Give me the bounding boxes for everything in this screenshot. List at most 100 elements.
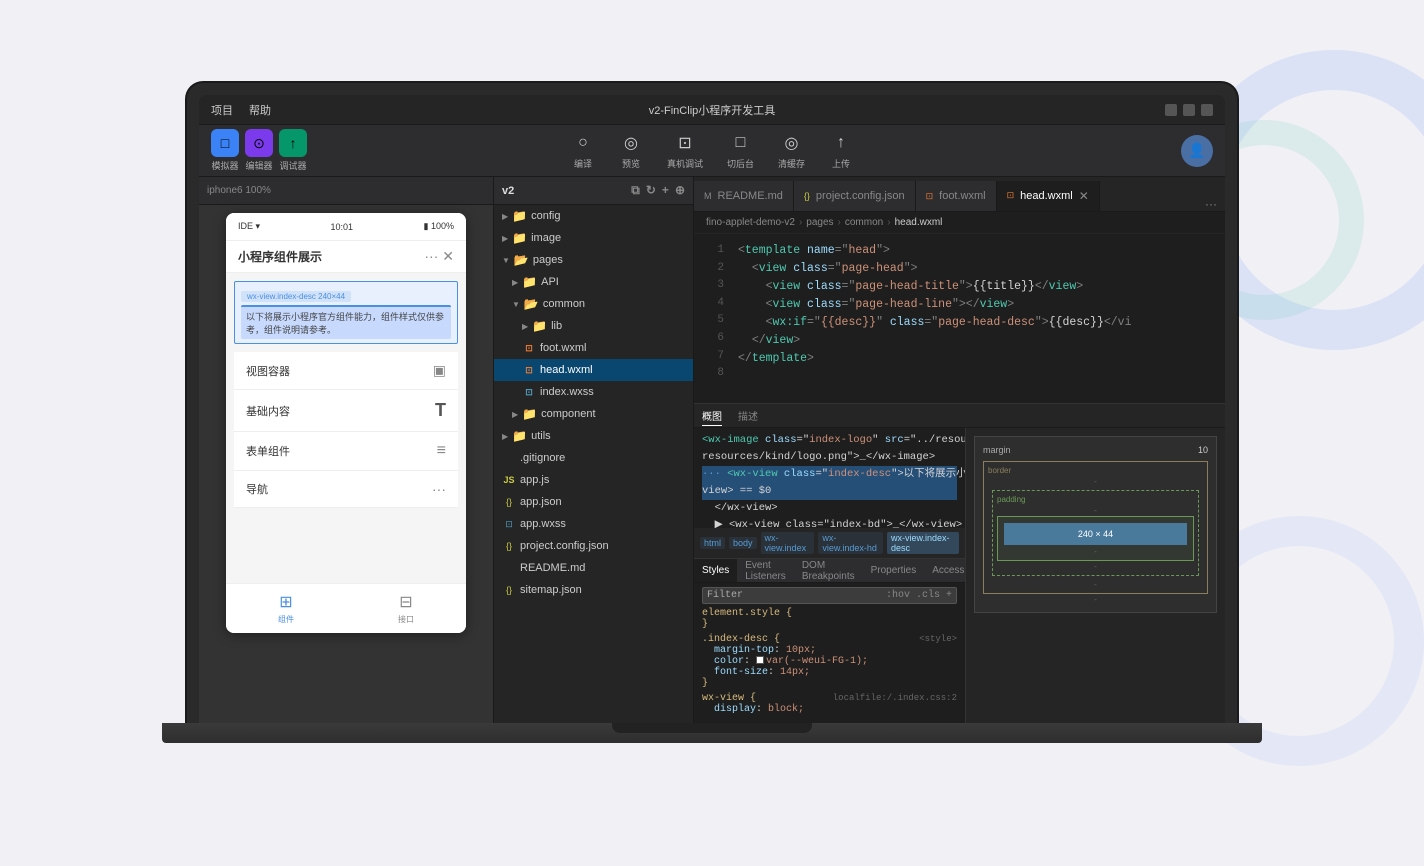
tree-item-utils[interactable]: ▶ 📁 utils xyxy=(494,425,693,447)
css-rule-wx-view: wx-view { localfile:/.index.css:2 displa… xyxy=(702,693,957,715)
laptop-screen: 项目 帮助 v2-FinClip小程序开发工具 □ 模拟器 xyxy=(199,95,1225,723)
styles-tab-dom-breakpoints[interactable]: DOM Breakpoints xyxy=(794,559,863,582)
el-tag-html[interactable]: html xyxy=(700,537,725,549)
close-button[interactable] xyxy=(1201,104,1213,116)
tree-item-gitignore[interactable]: .gitignore xyxy=(494,447,693,469)
margin-value: 10 xyxy=(1198,445,1208,455)
css-pseudo-buttons[interactable]: :hov .cls + xyxy=(886,590,952,601)
new-file-icon[interactable]: + xyxy=(662,183,669,198)
tree-item-project-config[interactable]: {} project.config.json xyxy=(494,535,693,557)
tree-item-readme[interactable]: README.md xyxy=(494,557,693,579)
el-tag-wx-view-index-hd[interactable]: wx-view.index-hd xyxy=(818,532,883,554)
folder-icon-open: 📂 xyxy=(524,297,539,311)
device-debug-button[interactable]: ⊡ 真机调试 xyxy=(667,131,703,170)
refresh-icon[interactable]: ↻ xyxy=(646,183,656,198)
tab-foot-wxml[interactable]: ⊡ foot.wxml xyxy=(916,181,997,211)
phone-titlebar-actions: ··· ✕ xyxy=(424,248,454,265)
css-val: var(--weui-FG-1); xyxy=(766,656,868,667)
wxml-icon: ⊡ xyxy=(522,365,536,376)
tree-label: config xyxy=(531,210,560,222)
html-inspector: <wx-image class="index-logo" src="../res… xyxy=(694,428,965,723)
menu-item-project[interactable]: 项目 xyxy=(211,102,233,118)
tree-item-app-js[interactable]: JS app.js xyxy=(494,469,693,491)
tab-icon: M xyxy=(704,191,712,201)
editor-button[interactable]: ⊙ 编辑器 xyxy=(245,129,273,172)
css-val: block; xyxy=(768,704,804,715)
debugger-button[interactable]: ↑ 调试器 xyxy=(279,129,307,172)
tab-project-config[interactable]: {} project.config.json xyxy=(794,181,916,211)
breadcrumb-item-common[interactable]: common xyxy=(845,217,883,228)
menu-item-view-container[interactable]: 视图容器 ▣ xyxy=(234,352,458,390)
nav-item-api[interactable]: ⊟ 接口 xyxy=(346,584,466,633)
tree-item-config[interactable]: ▶ 📁 config xyxy=(494,205,693,227)
tree-item-app-wxss[interactable]: ⊡ app.wxss xyxy=(494,513,693,535)
upload-button[interactable]: ↑ 上传 xyxy=(829,131,853,170)
tree-item-foot-wxml[interactable]: ⊡ foot.wxml xyxy=(494,337,693,359)
tree-item-component[interactable]: ▶ 📁 component xyxy=(494,403,693,425)
collapse-all-icon[interactable]: ⧉ xyxy=(631,183,640,198)
simulator-button[interactable]: □ 模拟器 xyxy=(211,129,239,172)
json-icon: {} xyxy=(502,585,516,595)
el-tag-wx-view-index-desc[interactable]: wx-view.index-desc xyxy=(887,532,959,554)
folder-icon: 📁 xyxy=(532,319,547,333)
code-editor[interactable]: 1 2 3 4 5 6 7 8 <templa xyxy=(694,234,1225,403)
nav-icon-api: ⊟ xyxy=(399,592,412,612)
tab-overflow-button[interactable]: ··· xyxy=(1197,197,1225,211)
breadcrumb-item-pages[interactable]: pages xyxy=(806,217,833,228)
phone-status-left: IDE ▾ xyxy=(238,221,260,232)
html-preview-area: <wx-image class="index-logo" src="../res… xyxy=(694,428,965,528)
styles-tab-event-listeners[interactable]: Event Listeners xyxy=(737,559,794,582)
compile-button[interactable]: ○ 编译 xyxy=(571,131,595,170)
laptop-base-notch xyxy=(612,723,812,733)
ide-main: iphone6 100% IDE ▾ 10:01 ▮ 100% xyxy=(199,177,1225,723)
css-filter[interactable]: Filter :hov .cls + xyxy=(702,587,957,604)
menu-item-help[interactable]: 帮助 xyxy=(249,102,271,118)
user-avatar[interactable]: 👤 xyxy=(1181,135,1213,167)
preview-content: IDE ▾ 10:01 ▮ 100% 小程序组件展示 ··· ✕ xyxy=(199,205,493,723)
el-tag-body[interactable]: body xyxy=(729,537,757,549)
clear-cache-button[interactable]: ◎ 清缓存 xyxy=(778,131,805,170)
css-selector: element.style { xyxy=(702,608,792,619)
tree-item-api[interactable]: ▶ 📁 API xyxy=(494,271,693,293)
breadcrumb-item-file[interactable]: head.wxml xyxy=(895,217,943,228)
box-border: padding - 240 × 44 - - xyxy=(992,490,1199,576)
new-folder-icon[interactable]: ⊕ xyxy=(675,183,685,198)
chevron-icon: ▶ xyxy=(502,212,508,221)
tree-item-head-wxml[interactable]: ⊡ head.wxml xyxy=(494,359,693,381)
tab-close-icon[interactable]: ✕ xyxy=(1079,189,1089,203)
tree-item-app-json[interactable]: {} app.json xyxy=(494,491,693,513)
nav-item-components[interactable]: ⊞ 组件 xyxy=(226,584,346,633)
tab-icon: ⊡ xyxy=(926,191,934,202)
bottom-tab-description[interactable]: 描述 xyxy=(738,406,758,425)
minimize-button[interactable] xyxy=(1165,104,1177,116)
styles-tab-accessibility[interactable]: Accessibility xyxy=(924,559,965,582)
el-tag-wx-view-index[interactable]: wx-view.index xyxy=(761,532,815,554)
background-button[interactable]: □ 切后台 xyxy=(727,131,754,170)
bottom-tab-overview[interactable]: 概图 xyxy=(702,406,722,426)
phone-content: wx-view.index-desc 240×44 以下将展示小程序官方组件能力… xyxy=(226,273,466,583)
styles-tab-properties[interactable]: Properties xyxy=(863,559,925,582)
menu-item-form[interactable]: 表单组件 ≡ xyxy=(234,432,458,471)
tree-label: app.json xyxy=(520,496,562,508)
styles-tab-styles[interactable]: Styles xyxy=(694,559,737,582)
tree-item-sitemap[interactable]: {} sitemap.json xyxy=(494,579,693,601)
maximize-button[interactable] xyxy=(1183,104,1195,116)
menu-item-basic-content[interactable]: 基础内容 T xyxy=(234,390,458,432)
tree-item-image[interactable]: ▶ 📁 image xyxy=(494,227,693,249)
tree-item-pages[interactable]: ▼ 📂 pages xyxy=(494,249,693,271)
tab-head-wxml[interactable]: ⊡ head.wxml ✕ xyxy=(997,181,1100,211)
file-tree-header: v2 ⧉ ↻ + ⊕ xyxy=(494,177,693,205)
tab-label: foot.wxml xyxy=(939,190,985,202)
html-line-5: </wx-view> xyxy=(702,500,957,517)
html-line-2: resources/kind/logo.png">_</wx-image> xyxy=(702,449,957,466)
phone-titlebar: 小程序组件展示 ··· ✕ xyxy=(226,241,466,273)
tree-item-lib[interactable]: ▶ 📁 lib xyxy=(494,315,693,337)
menu-bar: 项目 帮助 xyxy=(211,102,271,118)
tab-readme[interactable]: M README.md xyxy=(694,181,794,211)
tree-item-index-wxss[interactable]: ⊡ index.wxss xyxy=(494,381,693,403)
preview-button[interactable]: ◎ 预览 xyxy=(619,131,643,170)
ide-toolbar: □ 模拟器 ⊙ 编辑器 ↑ 调试器 ○ 编译 xyxy=(199,125,1225,177)
tree-item-common[interactable]: ▼ 📂 common xyxy=(494,293,693,315)
breadcrumb-item-root[interactable]: fino-applet-demo-v2 xyxy=(706,217,795,228)
menu-item-nav[interactable]: 导航 ··· xyxy=(234,471,458,508)
